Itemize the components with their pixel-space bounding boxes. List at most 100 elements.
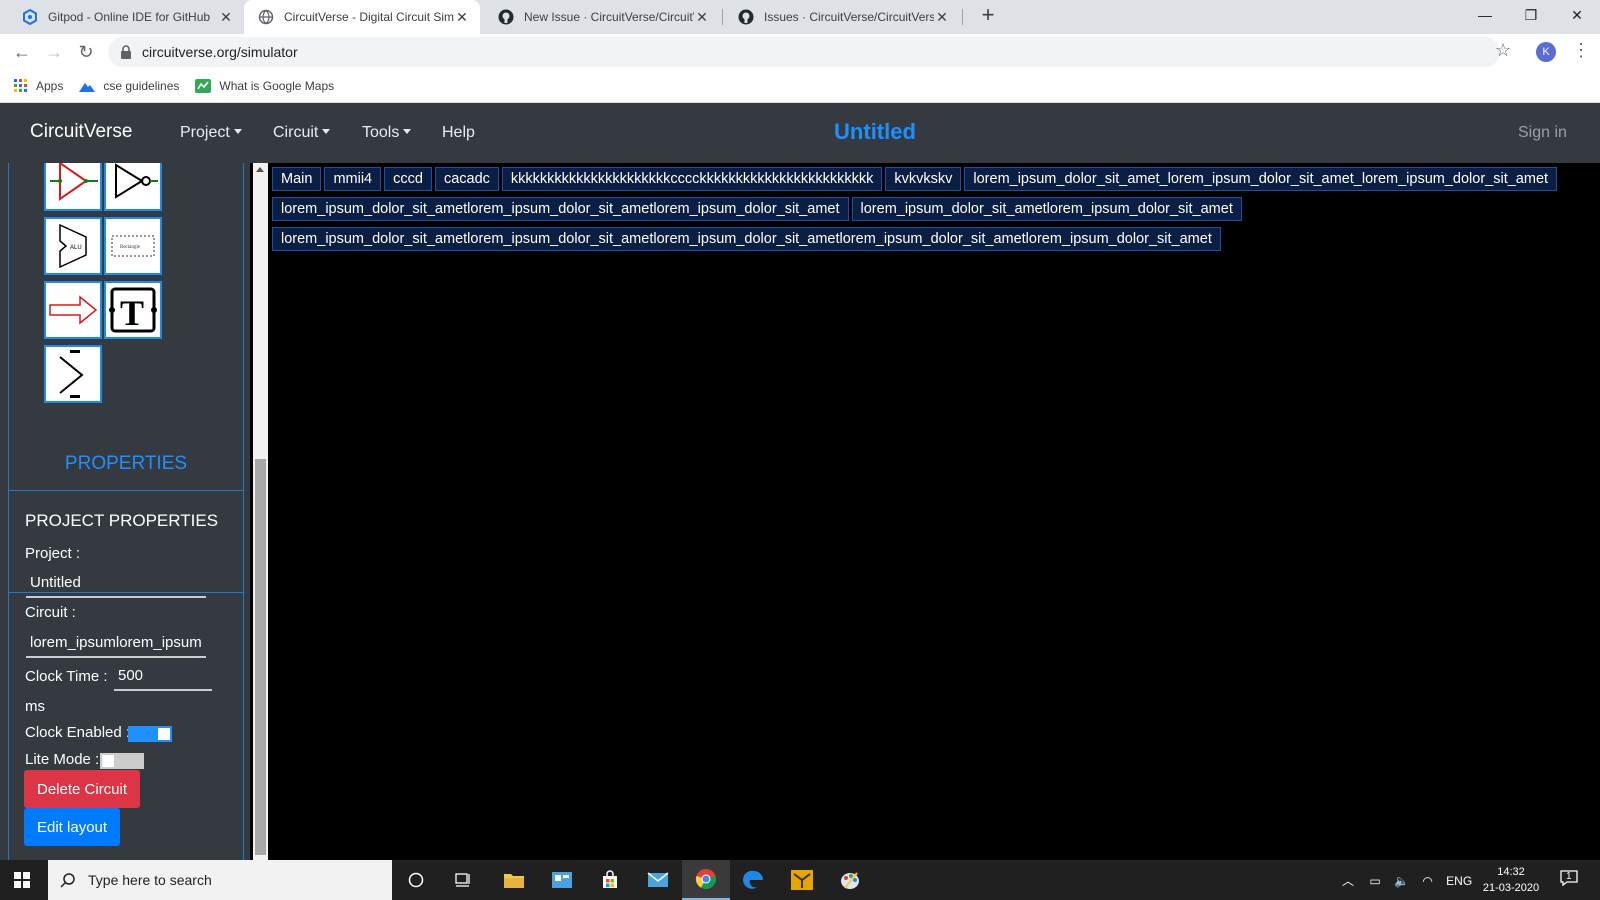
module-tri-state-buffer[interactable]	[44, 163, 102, 211]
rectangle-icon: Rectangle	[111, 235, 155, 257]
svg-text:Rectangle: Rectangle	[120, 245, 141, 250]
circuit-tab[interactable]: lorem_ipsum_dolor_sit_amet_lorem_ipsum_d…	[964, 167, 1558, 191]
browser-tab-title: CircuitVerse - Digital Circuit Simu	[284, 10, 454, 24]
clock-time-input[interactable]	[114, 661, 212, 691]
tri-state-buffer-icon	[50, 163, 98, 201]
window-close-icon[interactable]: ✕	[1554, 0, 1600, 30]
edge-icon[interactable]	[730, 860, 778, 900]
module-text[interactable]: T	[104, 281, 162, 339]
bookmarks-bar: Apps cse guidelines What is Google Maps	[0, 70, 1600, 103]
system-tray: ︿ ▭ 🔈 ◠ ENG	[1342, 872, 1472, 889]
project-name-input[interactable]	[26, 568, 206, 598]
module-arrow[interactable]	[44, 281, 102, 339]
module-alu[interactable]: ALU	[44, 217, 102, 275]
battery-icon[interactable]: ▭	[1369, 874, 1380, 888]
forward-arrow-icon[interactable]: →	[42, 40, 66, 64]
browser-tab-gitpod[interactable]: Gitpod - Online IDE for GitHub ✕	[8, 0, 244, 34]
windows-taskbar: Type here to search ︿ ▭ 🔈 ◠ ENG 14:32 21…	[0, 860, 1600, 900]
lite-mode-toggle[interactable]	[100, 753, 144, 769]
module-rectangle[interactable]: Rectangle	[104, 217, 162, 275]
volume-icon[interactable]: 🔈	[1394, 874, 1409, 888]
profile-avatar[interactable]: K	[1536, 42, 1556, 62]
reload-icon[interactable]: ↻	[74, 40, 98, 64]
bookmark-google-maps[interactable]: What is Google Maps	[195, 79, 334, 93]
properties-section-title: PROJECT PROPERTIES	[25, 511, 219, 530]
simulator-canvas[interactable]: Main mmii4 cccd cacadc kkkkkkkkkkkkkkkkk…	[268, 163, 1600, 860]
close-tab-icon[interactable]: ✕	[454, 9, 470, 26]
chevron-up-icon[interactable]: ︿	[1342, 874, 1354, 888]
clock-time: 14:32	[1497, 866, 1525, 878]
arrow-icon	[49, 295, 98, 325]
photos-app-icon[interactable]	[538, 860, 586, 900]
chrome-icon[interactable]	[682, 860, 730, 900]
minimize-icon[interactable]: —	[1462, 0, 1508, 30]
mail-icon[interactable]	[634, 860, 682, 900]
delete-circuit-button[interactable]: Delete Circuit	[24, 770, 141, 808]
circuit-tab[interactable]: Main	[272, 167, 322, 191]
module-not-gate[interactable]	[104, 163, 162, 211]
clock-enabled-toggle[interactable]	[128, 726, 172, 742]
project-label: Project :	[25, 545, 81, 562]
tab-separator	[962, 9, 963, 25]
url-text: circuitverse.org/simulator	[142, 44, 298, 60]
circuit-name-input[interactable]	[26, 628, 206, 658]
svg-text:T: T	[120, 293, 144, 333]
app-yellow-icon[interactable]	[778, 860, 826, 900]
module-power[interactable]	[44, 345, 102, 403]
edit-layout-button[interactable]: Edit layout	[24, 808, 121, 846]
cortana-icon[interactable]	[392, 860, 440, 900]
back-arrow-icon[interactable]: ←	[10, 40, 34, 64]
browser-tab-new-issue[interactable]: New Issue · CircuitVerse/CircuitVe ✕	[484, 0, 720, 34]
browser-tab-title: Gitpod - Online IDE for GitHub	[48, 10, 211, 24]
circuit-tabs-bar: Main mmii4 cccd cacadc kkkkkkkkkkkkkkkkk…	[272, 165, 1572, 255]
close-tab-icon[interactable]: ✕	[934, 9, 950, 26]
bookmark-star-icon[interactable]: ☆	[1495, 40, 1511, 61]
globe-icon	[258, 9, 274, 25]
browser-tab-issues[interactable]: Issues · CircuitVerse/CircuitVerse ✕	[724, 0, 960, 34]
task-view-icon[interactable]	[440, 860, 488, 900]
browser-toolbar: ← → ↻ circuitverse.org/simulator ☆ K ⋮	[0, 34, 1600, 70]
restore-icon[interactable]: ❐	[1508, 0, 1554, 30]
close-tab-icon[interactable]: ✕	[694, 9, 710, 26]
lock-icon	[121, 45, 131, 59]
scrollbar-thumb[interactable]	[255, 459, 266, 855]
browser-tab-strip: Gitpod - Online IDE for GitHub ✕ Circuit…	[0, 0, 1600, 34]
browser-tab-circuitverse[interactable]: CircuitVerse - Digital Circuit Simu ✕	[244, 0, 480, 34]
not-gate-icon	[115, 163, 158, 199]
bookmark-label: cse guidelines	[103, 79, 180, 93]
github-icon	[498, 9, 514, 25]
mountain-icon	[79, 83, 96, 92]
maps-icon	[195, 79, 212, 93]
file-explorer-icon[interactable]	[490, 860, 538, 900]
text-icon: T	[109, 287, 157, 333]
taskbar-clock[interactable]: 14:32 21-03-2020	[1472, 864, 1550, 896]
windows-start-icon[interactable]	[14, 872, 30, 888]
circuit-tab[interactable]: cacadc	[434, 167, 499, 191]
paint-icon[interactable]	[826, 860, 874, 900]
bookmark-label: Apps	[36, 79, 64, 93]
notification-center-icon[interactable]: 1	[1560, 870, 1578, 889]
toggle-knob	[158, 728, 170, 740]
taskbar-search-box[interactable]: Type here to search	[48, 860, 392, 900]
language-indicator[interactable]: ENG	[1446, 874, 1472, 888]
bookmark-apps[interactable]: Apps	[14, 79, 63, 93]
sign-in-link[interactable]: Sign in	[1518, 124, 1567, 142]
circuit-tab[interactable]: mmii4	[324, 167, 382, 191]
circuit-tab[interactable]: kkkkkkkkkkkkkkkkkkkkkkcccckkkkkkkkkkkkkk…	[501, 167, 883, 191]
bookmark-cse-guidelines[interactable]: cse guidelines	[79, 79, 179, 93]
wifi-icon[interactable]: ◠	[1422, 874, 1432, 888]
browser-tab-title: Issues · CircuitVerse/CircuitVerse	[764, 10, 934, 24]
microsoft-store-icon[interactable]	[586, 860, 634, 900]
circuit-tab[interactable]: lorem_ipsum_dolor_sit_ametlorem_ipsum_do…	[851, 197, 1242, 221]
close-tab-icon[interactable]: ✕	[218, 9, 234, 26]
scroll-up-arrow-icon[interactable]	[256, 167, 264, 172]
sidebar-scrollbar[interactable]	[253, 163, 268, 860]
app-navbar: CircuitVerse Project Circuit Tools Help …	[0, 103, 1600, 163]
circuit-tab[interactable]: cccd	[384, 167, 432, 191]
circuit-tab[interactable]: lorem_ipsum_dolor_sit_ametlorem_ipsum_do…	[272, 227, 1221, 251]
address-bar[interactable]: circuitverse.org/simulator	[108, 37, 1500, 67]
circuit-tab[interactable]: kvkvkskv	[885, 167, 962, 191]
new-tab-icon[interactable]: +	[976, 4, 1000, 28]
more-menu-icon[interactable]: ⋮	[1572, 40, 1590, 61]
circuit-tab[interactable]: lorem_ipsum_dolor_sit_ametlorem_ipsum_do…	[272, 197, 849, 221]
